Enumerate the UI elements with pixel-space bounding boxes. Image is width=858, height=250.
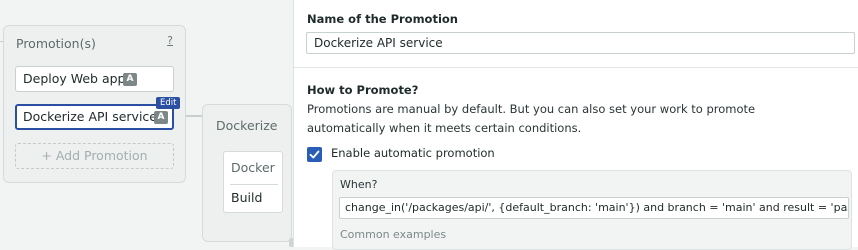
pipeline-card: Dockerize Docker Build (202, 104, 292, 242)
auto-promotion-label: Enable automatic promotion (331, 146, 495, 160)
block-name: Docker (231, 160, 275, 175)
divider (230, 184, 278, 185)
when-condition-input[interactable]: change_in('/packages/api/', {default_bra… (339, 197, 849, 219)
promotion-item-label: Dockerize API service (23, 109, 157, 124)
promotion-item-dockerize-api-service[interactable]: Dockerize API service A (15, 104, 174, 130)
edit-tag[interactable]: Edit (156, 97, 181, 109)
divider (294, 67, 858, 68)
add-promotion-button[interactable]: + Add Promotion (15, 143, 174, 169)
auto-promotion-checkbox[interactable] (307, 147, 322, 162)
pipeline-title: Dockerize (216, 118, 278, 133)
auto-badge: A (123, 73, 137, 86)
promotion-settings-pane: Name of the Promotion Dockerize API serv… (293, 0, 858, 250)
how-to-promote-label: How to Promote? (307, 83, 419, 97)
when-label: When? (340, 178, 378, 191)
auto-badge: A (154, 111, 168, 124)
check-icon (309, 150, 320, 159)
help-link[interactable]: ? (167, 34, 173, 47)
promotions-panel: Promotion(s) ? Deploy Web app A Dockeriz… (3, 25, 186, 183)
when-section: When? change_in('/packages/api/', {defau… (332, 170, 852, 250)
block-card[interactable]: Docker Build (223, 151, 283, 213)
promotion-name-input[interactable]: Dockerize API service (306, 32, 855, 54)
connector-line (186, 115, 202, 117)
workflow-canvas: Promotion(s) ? Deploy Web app A Dockeriz… (0, 0, 294, 247)
promotion-item-label: Deploy Web app (23, 71, 126, 86)
promotions-title: Promotion(s) (16, 36, 96, 51)
common-examples-label[interactable]: Common examples (340, 228, 446, 241)
how-to-promote-description: Promotions are manual by default. But yo… (307, 102, 756, 135)
job-name: Build (231, 190, 263, 205)
promotion-item-deploy-web-app[interactable]: Deploy Web app A (15, 66, 174, 92)
name-label: Name of the Promotion (307, 12, 458, 26)
